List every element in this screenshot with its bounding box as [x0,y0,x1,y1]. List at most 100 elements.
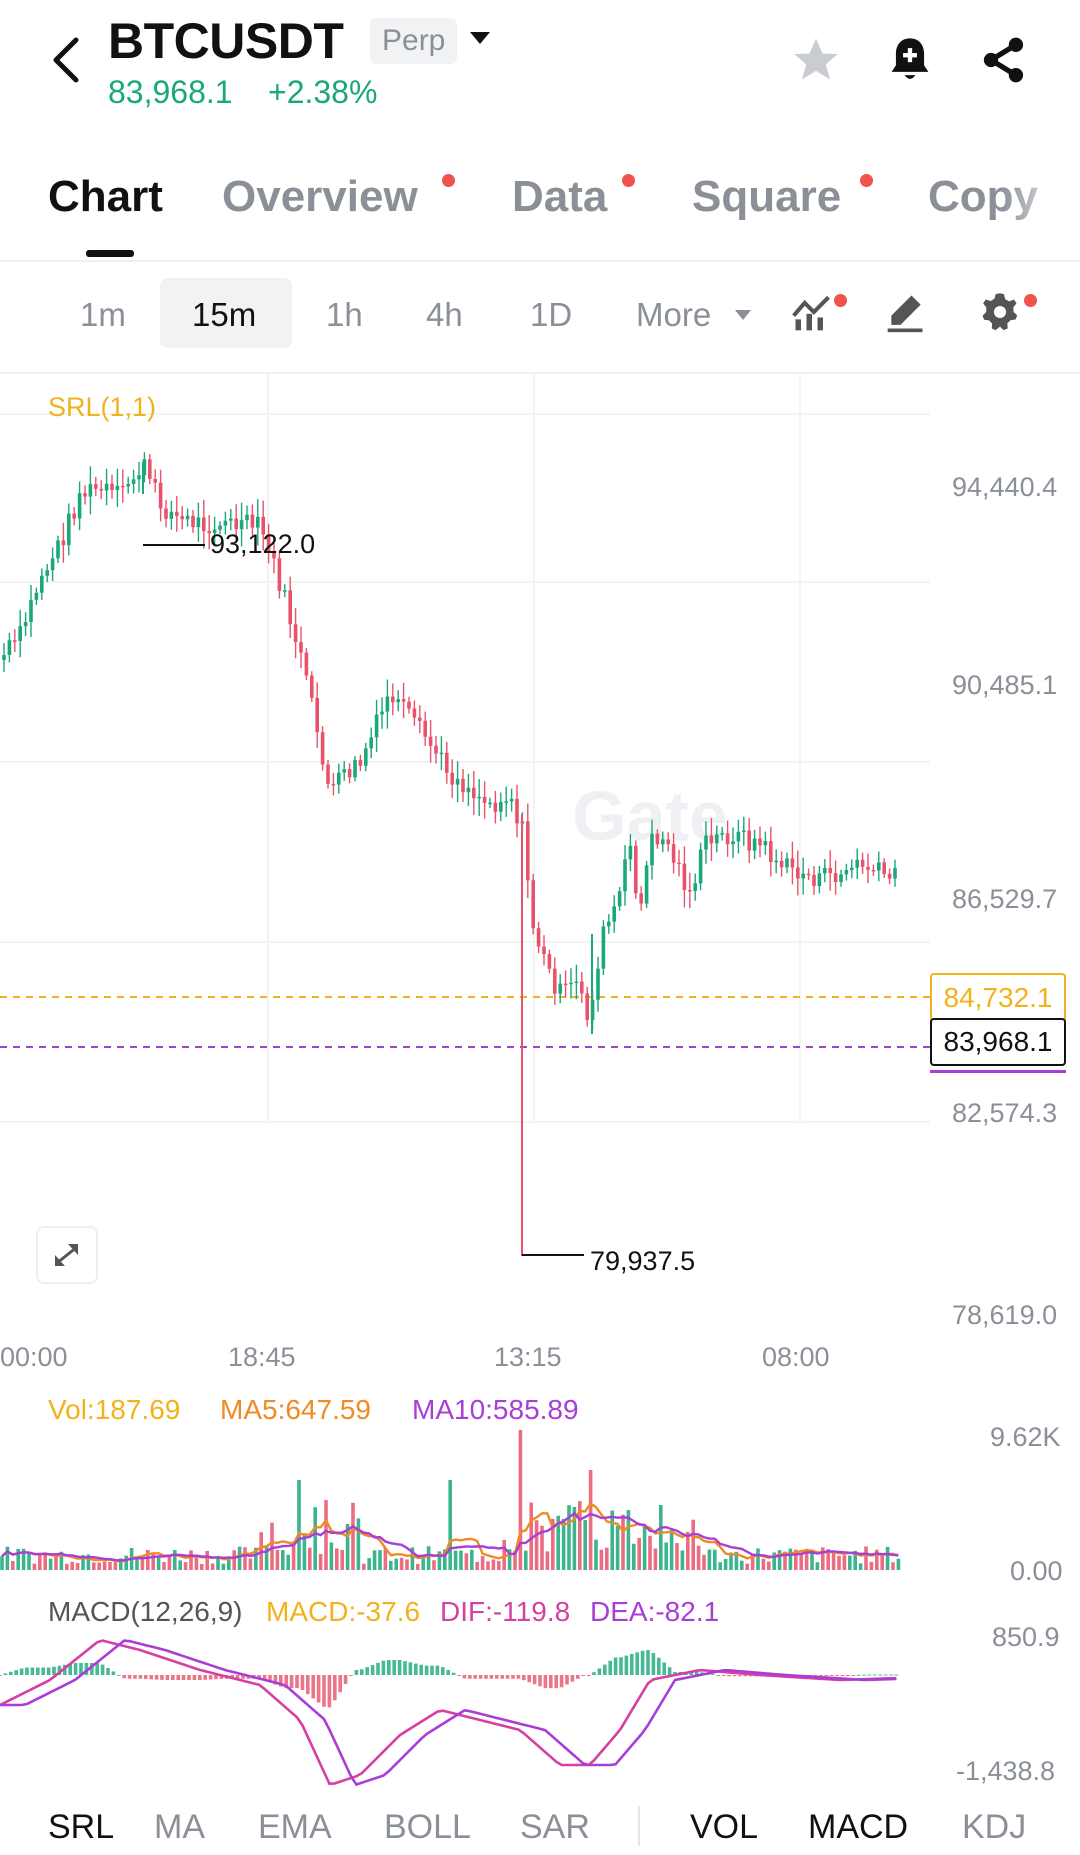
macd-histogram-bar [878,1674,882,1676]
last-price: 83,968.1 [108,74,233,110]
interval-more[interactable]: More [636,296,711,334]
macd-chart[interactable] [0,1580,1080,1790]
fullscreen-button[interactable] [36,1226,98,1284]
candle-body [515,798,519,824]
volume-bar [432,1560,436,1570]
tab-overview[interactable]: Overview [222,172,418,222]
volume-bar [637,1537,641,1570]
interval-1m[interactable]: 1m [80,296,126,334]
candle-body [250,514,255,528]
volume-bar [740,1560,744,1570]
macd-histogram-bar [576,1675,580,1679]
macd-histogram-bar [543,1675,548,1689]
macd-histogram-bar [565,1675,569,1685]
candle-body [536,928,541,947]
candle-body [785,858,789,868]
macd-histogram-bar [527,1675,531,1683]
interval-4h[interactable]: 4h [426,296,463,334]
volume-bar [837,1555,841,1570]
interval-1d[interactable]: 1D [530,296,572,334]
candle-body [623,859,627,892]
indicator-tab-macd[interactable]: MACD [808,1808,908,1847]
candle-body [34,592,39,600]
volume-bar [610,1510,614,1570]
macd-histogram-bar [149,1675,153,1680]
macd-histogram-bar [181,1675,186,1680]
bell-plus-icon[interactable] [884,34,936,86]
candlestick-chart[interactable]: Gate [0,374,1080,1334]
candle-body [828,867,832,874]
candle-body [736,831,741,842]
candle-body [493,802,498,812]
tab-chart[interactable]: Chart [48,172,163,222]
indicator-icon[interactable] [790,290,834,339]
candle-body [83,493,87,497]
macd-histogram-bar [46,1667,51,1675]
volume-bar [848,1555,852,1570]
macd-histogram-bar [840,1675,845,1676]
notification-dot [834,294,847,307]
indicator-tab-boll[interactable]: BOLL [384,1808,471,1847]
share-icon[interactable] [978,34,1030,86]
last-price-tag[interactable]: 83,968.1 [930,1018,1066,1066]
candle-body [731,841,735,845]
symbol-title[interactable]: BTCUSDT [108,12,344,70]
star-icon[interactable] [790,34,842,86]
interval-15m[interactable]: 15m [192,296,256,334]
candle-body [337,772,341,785]
dropdown-caret-icon[interactable] [468,30,492,51]
interval-1h[interactable]: 1h [326,296,363,334]
macd-histogram-bar [392,1660,396,1675]
volume-bar [718,1562,722,1570]
candle-body [806,873,811,876]
candle-body [720,833,724,835]
indicator-tab-ma[interactable]: MA [154,1808,205,1847]
divider [0,260,1080,262]
volume-chart[interactable] [0,1380,1080,1580]
back-button[interactable] [48,32,88,88]
volume-bar [394,1558,398,1570]
volume-bar [842,1555,847,1570]
candle-body [774,860,778,863]
macd-histogram-bar [25,1667,29,1675]
contract-type-badge[interactable]: Perp [370,18,458,64]
indicator-tab-srl[interactable]: SRL [48,1808,114,1847]
candle-body [61,540,66,546]
volume-bar [237,1546,242,1570]
volume-bar [696,1545,701,1570]
tab-fade [1000,160,1080,230]
candle-body [29,599,33,623]
candle-body [607,921,611,927]
srl-indicator-label[interactable]: SRL(1,1) [48,392,156,423]
candle-body [882,862,886,874]
indicator-tab-ema[interactable]: EMA [258,1808,332,1847]
volume-bar [210,1563,215,1570]
high-price-tag: 84,732.1 [930,973,1066,1023]
candle-body [99,488,103,491]
volume-bar [486,1561,490,1570]
drawing-pen-icon[interactable] [884,290,928,339]
macd-histogram-bar [495,1675,499,1679]
volume-bar [389,1560,393,1570]
volume-bar [0,1556,4,1570]
candle-body [288,590,292,625]
macd-histogram-bar [462,1675,467,1679]
candle-body [229,518,233,521]
candle-body [887,873,892,879]
indicator-tab-kdj[interactable]: KDJ [962,1808,1026,1847]
macd-histogram-bar [111,1671,116,1675]
candle-body [796,867,800,879]
macd-histogram-bar [73,1663,78,1675]
indicator-tab-vol[interactable]: VOL [690,1808,758,1847]
volume-bar [248,1558,253,1570]
settings-gear-icon[interactable] [978,290,1022,339]
y-axis-tick: 78,619.0 [952,1300,1058,1330]
macd-histogram-bar [397,1660,402,1675]
tab-data[interactable]: Data [512,172,607,222]
volume-bar [648,1535,652,1570]
macd-histogram-bar [883,1674,888,1676]
candle-body [304,652,309,676]
indicator-tab-sar[interactable]: SAR [520,1808,590,1847]
candle-body [88,484,93,497]
tab-square[interactable]: Square [692,172,841,222]
